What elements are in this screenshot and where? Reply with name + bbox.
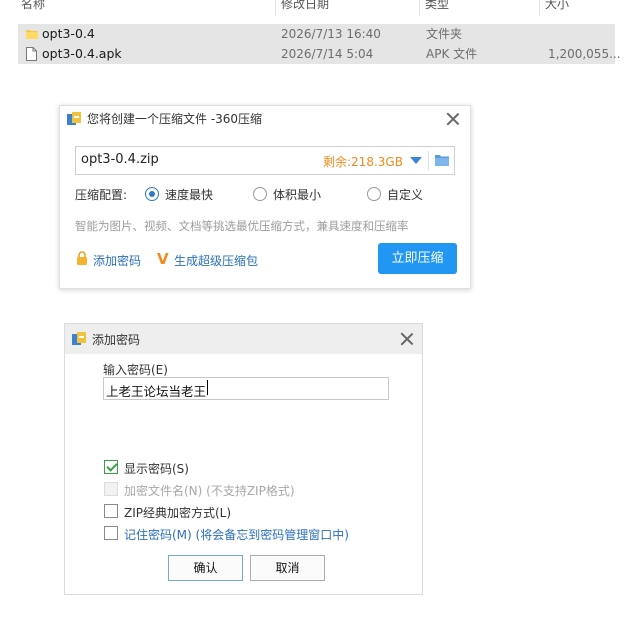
column-header-type[interactable]: 类型 — [425, 0, 449, 14]
column-divider[interactable] — [275, 0, 276, 16]
password-dialog-titlebar[interactable]: 添加密码 — [65, 324, 422, 354]
radio-smallest-label[interactable]: 体积最小 — [273, 186, 321, 203]
file-name: opt3-0.4 — [42, 26, 95, 41]
360-compress-app-icon — [67, 112, 81, 125]
cancel-button[interactable]: 取消 — [250, 555, 325, 581]
file-row-folder[interactable]: opt3-0.4 2026/7/13 16:40 文件夹 — [18, 24, 615, 44]
radio-custom-label[interactable]: 自定义 — [387, 186, 423, 203]
compress-dialog: 您将创建一个压缩文件 -360压缩 opt3-0.4.zip 剩余:218.3G… — [59, 105, 471, 289]
radio-custom[interactable] — [367, 187, 381, 201]
file-date: 2026/7/14 5:04 — [281, 47, 374, 61]
file-icon — [26, 47, 37, 61]
file-type: 文件夹 — [426, 27, 463, 41]
column-header-date[interactable]: 修改日期 — [281, 0, 329, 14]
column-divider[interactable] — [419, 0, 420, 16]
compress-dialog-title: 您将创建一个压缩文件 -360压缩 — [87, 112, 263, 126]
super-pack-link[interactable]: 生成超级压缩包 — [174, 252, 258, 269]
archive-path-field[interactable]: opt3-0.4.zip 剩余:218.3GB — [75, 146, 455, 175]
compress-hint-text: 智能为图片、视频、文档等挑选最优压缩方式，兼具速度和压缩率 — [75, 219, 409, 233]
text-caret — [207, 380, 208, 395]
file-name: opt3-0.4.apk — [42, 46, 122, 61]
divider — [428, 151, 429, 170]
password-value: 上老王论坛当老王 — [106, 384, 207, 399]
encrypt-filenames-label: 加密文件名(N) (不支持ZIP格式) — [124, 484, 295, 498]
file-row-apk[interactable]: opt3-0.4.apk 2026/7/14 5:04 APK 文件 1,200… — [18, 44, 621, 64]
radio-fastest[interactable] — [145, 187, 159, 201]
confirm-button[interactable]: 确认 — [168, 555, 243, 581]
add-password-link[interactable]: 添加密码 — [93, 252, 141, 269]
column-header-name[interactable]: 名称 — [21, 0, 45, 14]
radio-smallest[interactable] — [253, 187, 267, 201]
file-date: 2026/7/13 16:40 — [281, 27, 381, 41]
compress-config-label: 压缩配置: — [75, 188, 128, 202]
password-input[interactable]: 上老王论坛当老王 — [103, 377, 389, 400]
password-input-label: 输入密码(E) — [103, 363, 168, 377]
compress-dialog-titlebar[interactable]: 您将创建一个压缩文件 -360压缩 — [60, 106, 470, 132]
compress-now-button[interactable]: 立即压缩 — [378, 243, 457, 274]
show-password-label[interactable]: 显示密码(S) — [124, 460, 189, 477]
radio-fastest-label[interactable]: 速度最快 — [165, 186, 213, 203]
lock-icon[interactable] — [76, 251, 88, 265]
column-divider[interactable] — [539, 0, 540, 16]
free-space-label: 剩余:218.3GB — [323, 155, 403, 169]
password-dialog-title: 添加密码 — [92, 333, 141, 347]
add-password-dialog: 添加密码 输入密码(E) 上老王论坛当老王 显示密码(S) 加密文件名(N) (… — [64, 323, 423, 595]
folder-icon — [26, 30, 38, 39]
close-icon[interactable] — [446, 112, 460, 126]
browse-folder-icon[interactable] — [435, 154, 449, 166]
column-header-size[interactable]: 大小 — [545, 0, 569, 14]
super-pack-v-icon[interactable]: V — [157, 250, 169, 268]
zip-classic-encryption-checkbox[interactable] — [104, 504, 118, 518]
archive-filename[interactable]: opt3-0.4.zip — [81, 152, 159, 167]
360-compress-app-icon — [72, 332, 86, 345]
file-size: 1,200,055... — [548, 47, 621, 61]
show-password-checkbox[interactable] — [104, 460, 118, 474]
zip-classic-encryption-label[interactable]: ZIP经典加密方式(L) — [124, 504, 231, 521]
file-list-header: 名称 修改日期 类型 大小 — [0, 0, 643, 16]
file-type: APK 文件 — [426, 47, 478, 61]
remember-password-checkbox[interactable] — [104, 526, 118, 540]
close-icon[interactable] — [400, 332, 414, 346]
chevron-down-icon[interactable] — [410, 157, 422, 164]
encrypt-filenames-checkbox — [104, 482, 118, 496]
remember-password-label[interactable]: 记住密码(M) (将会备忘到密码管理窗口中) — [124, 526, 349, 543]
